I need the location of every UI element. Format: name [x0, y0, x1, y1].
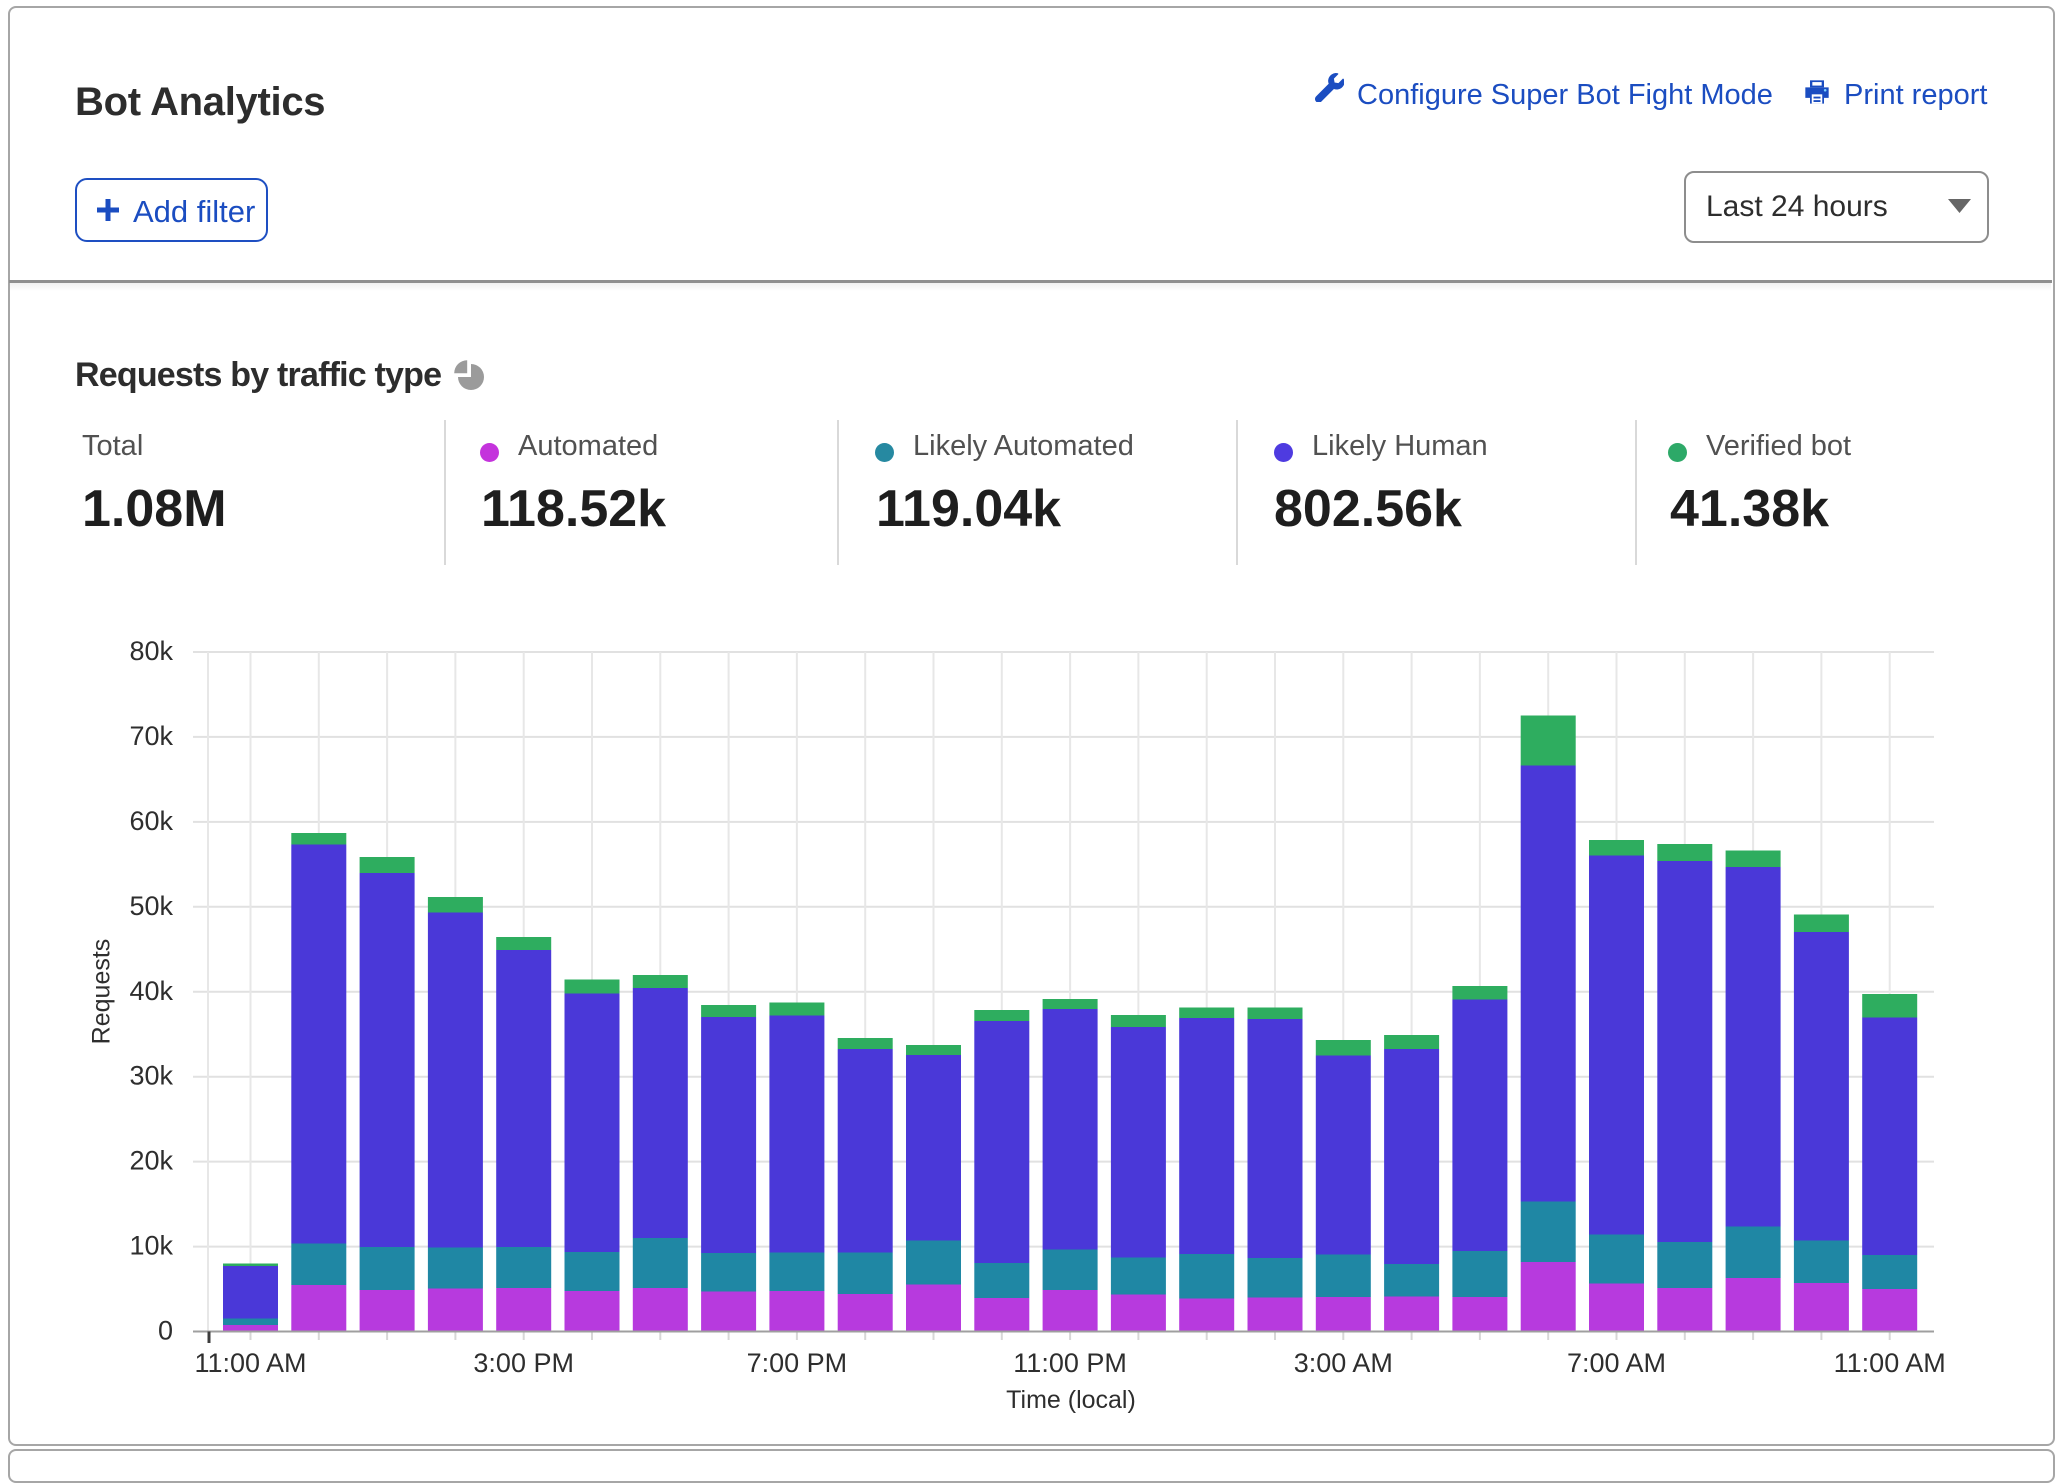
svg-text:0: 0 — [158, 1316, 173, 1346]
svg-text:20k: 20k — [129, 1146, 173, 1176]
svg-text:3:00 AM: 3:00 AM — [1294, 1348, 1393, 1378]
svg-text:3:00 PM: 3:00 PM — [473, 1348, 574, 1378]
svg-text:7:00 PM: 7:00 PM — [747, 1348, 848, 1378]
svg-text:30k: 30k — [129, 1061, 173, 1091]
svg-text:80k: 80k — [129, 636, 173, 666]
svg-text:70k: 70k — [129, 721, 173, 751]
svg-text:7:00 AM: 7:00 AM — [1567, 1348, 1666, 1378]
svg-text:Time (local): Time (local) — [1006, 1386, 1136, 1414]
svg-text:40k: 40k — [129, 976, 173, 1006]
svg-text:11:00 PM: 11:00 PM — [1013, 1348, 1127, 1378]
svg-text:11:00 AM: 11:00 AM — [1834, 1348, 1946, 1378]
svg-text:11:00 AM: 11:00 AM — [194, 1348, 306, 1378]
svg-text:10k: 10k — [129, 1231, 173, 1261]
svg-text:60k: 60k — [129, 806, 173, 836]
svg-text:50k: 50k — [129, 891, 173, 921]
svg-text:Requests: Requests — [88, 939, 116, 1045]
